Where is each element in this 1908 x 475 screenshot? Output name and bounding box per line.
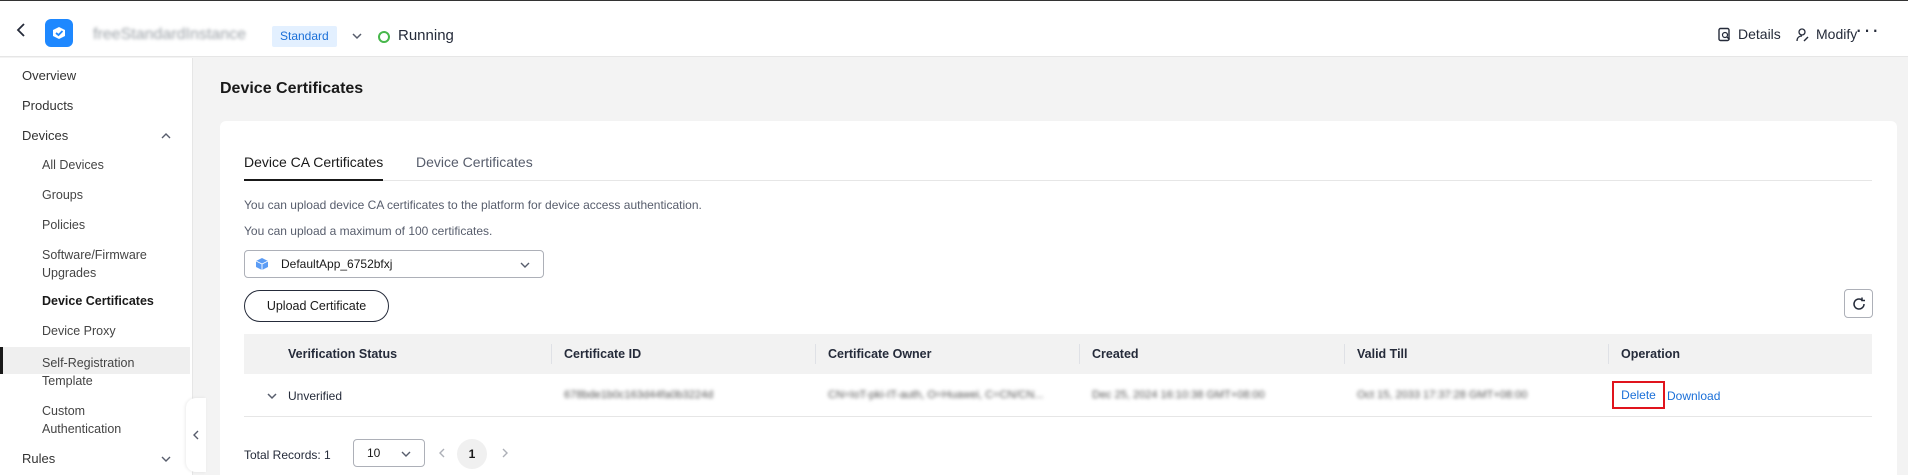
sidebar-item-custom-authentication[interactable]: Custom Authentication	[42, 402, 142, 438]
row-valid-till: Oct 15, 2033 17:37:28 GMT+08:00	[1357, 389, 1528, 401]
table-header: Verification Status Certificate ID Certi…	[244, 334, 1872, 374]
col-verification-status[interactable]: Verification Status	[288, 347, 397, 361]
expand-row-chevron-icon[interactable]	[266, 390, 278, 402]
download-link[interactable]: Download	[1667, 389, 1720, 403]
sidebar-item-groups[interactable]: Groups	[42, 186, 182, 204]
sidebar-item-overview[interactable]: Overview	[22, 68, 76, 83]
sidebar: Overview Products Devices All Devices Gr…	[0, 58, 193, 475]
sidebar-item-self-registration-template[interactable]: Self-Registration Template	[42, 354, 152, 390]
top-header: freeStandardInstance Standard Running De…	[0, 0, 1908, 57]
delete-link[interactable]: Delete	[1612, 381, 1665, 409]
page-number-current[interactable]: 1	[457, 439, 487, 469]
chevron-down-icon	[401, 451, 411, 457]
column-divider	[815, 344, 816, 364]
sidebar-collapse-button[interactable]	[186, 398, 206, 472]
instance-status: Running	[398, 27, 454, 44]
instance-logo-icon	[45, 19, 73, 47]
app-selector-value: DefaultApp_6752bfxj	[281, 257, 393, 271]
info-line-limit: You can upload a maximum of 100 certific…	[244, 224, 493, 238]
more-options-icon[interactable]: ···	[1855, 19, 1880, 41]
instance-name: freeStandardInstance	[93, 26, 246, 43]
edition-tag: Standard	[272, 26, 337, 47]
refresh-icon	[1852, 297, 1865, 310]
chevron-up-icon[interactable]	[160, 130, 172, 142]
certificate-tabs: Device CA Certificates Device Certificat…	[244, 154, 1872, 181]
total-records: Total Records: 1	[244, 448, 331, 462]
tab-device-certificates[interactable]: Device Certificates	[416, 154, 533, 181]
details-label: Details	[1738, 26, 1781, 42]
page-title: Device Certificates	[220, 80, 364, 97]
upload-certificate-button[interactable]: Upload Certificate	[244, 290, 389, 322]
sidebar-item-devices[interactable]: Devices	[22, 128, 68, 143]
page-size-select[interactable]: 10	[353, 439, 425, 467]
sidebar-item-software-firmware-upgrades[interactable]: Software/Firmware Upgrades	[42, 246, 152, 282]
column-divider	[1079, 344, 1080, 364]
page-size-value: 10	[367, 446, 381, 460]
chevron-left-icon	[193, 430, 199, 440]
sidebar-item-device-certificates[interactable]: Device Certificates	[42, 292, 182, 310]
column-divider	[1344, 344, 1345, 364]
app-cube-icon	[255, 258, 269, 270]
back-arrow-icon[interactable]	[14, 22, 30, 38]
modify-icon	[1796, 27, 1809, 41]
prev-page-icon[interactable]	[437, 447, 447, 459]
sidebar-item-all-devices[interactable]: All Devices	[42, 156, 182, 174]
modify-link[interactable]: Modify	[1795, 26, 1857, 42]
instance-switch-chevron-icon[interactable]	[350, 29, 364, 43]
refresh-button[interactable]	[1844, 289, 1873, 318]
column-divider	[1608, 344, 1609, 364]
row-created: Dec 25, 2024 16:10:38 GMT+08:00	[1092, 389, 1265, 401]
sidebar-item-products[interactable]: Products	[22, 98, 73, 113]
col-certificate-id[interactable]: Certificate ID	[564, 347, 641, 361]
next-page-icon[interactable]	[500, 447, 510, 459]
row-verification-status: Unverified	[288, 389, 343, 403]
col-valid-till[interactable]: Valid Till	[1357, 347, 1407, 361]
col-certificate-owner[interactable]: Certificate Owner	[828, 347, 932, 361]
col-operation: Operation	[1621, 347, 1681, 361]
chevron-down-icon	[520, 262, 530, 268]
col-created[interactable]: Created	[1092, 347, 1139, 361]
app-selector[interactable]: DefaultApp_6752bfxj	[244, 250, 544, 278]
details-link[interactable]: Details	[1717, 26, 1781, 42]
sidebar-item-rules[interactable]: Rules	[22, 451, 55, 466]
sidebar-item-device-proxy[interactable]: Device Proxy	[42, 322, 182, 340]
sidebar-item-policies[interactable]: Policies	[42, 216, 182, 234]
chevron-down-icon[interactable]	[160, 453, 172, 465]
column-divider	[551, 344, 552, 364]
modify-label: Modify	[1816, 26, 1858, 42]
info-line-upload: You can upload device CA certificates to…	[244, 198, 702, 212]
tab-device-ca-certificates[interactable]: Device CA Certificates	[244, 154, 384, 181]
details-icon	[1718, 27, 1730, 41]
row-certificate-id: 678bde1b0c163d44fa0b3224d	[564, 389, 714, 401]
row-certificate-owner: CN=IoT-pki-IT-auth, O=Huawei, C=CN/CN...	[828, 389, 1044, 401]
running-status-icon	[378, 31, 390, 43]
